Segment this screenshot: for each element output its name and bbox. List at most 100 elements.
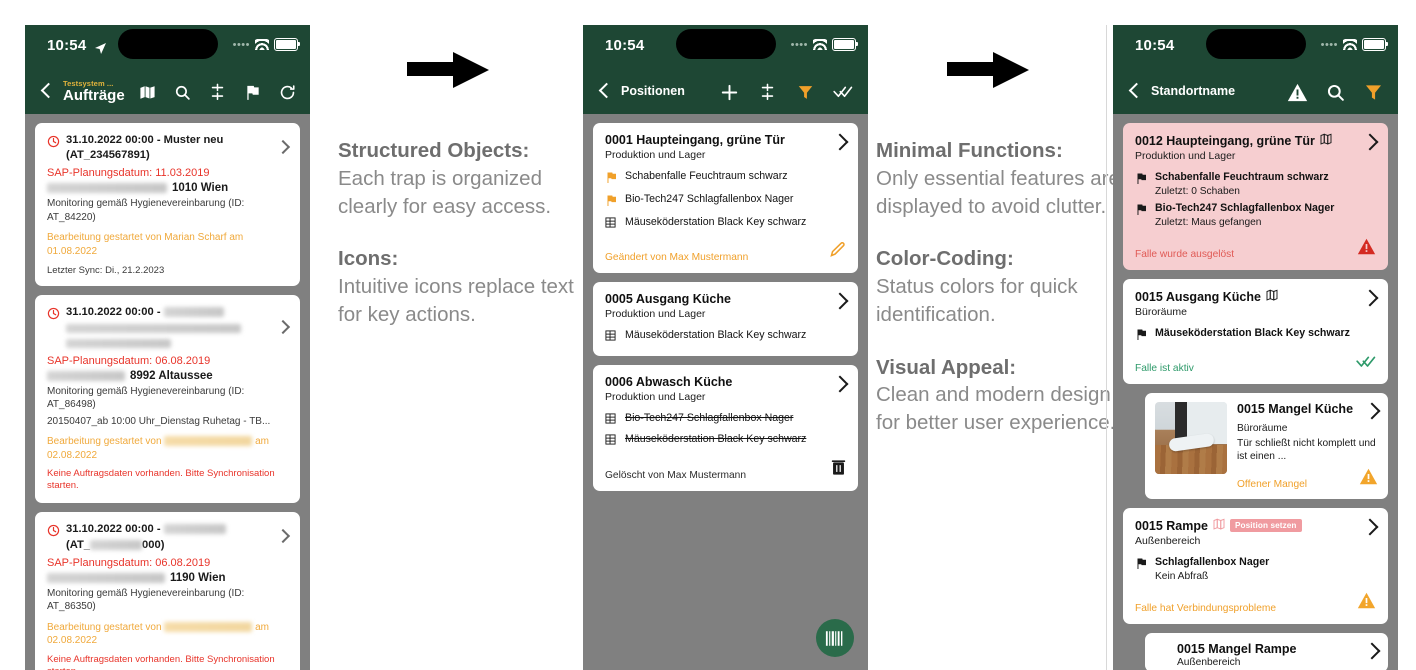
position-subtitle: Produktion und Lager [605,391,706,404]
status-time: 10:54 [1135,37,1175,54]
filter-icon[interactable] [1362,81,1384,103]
chevron-right-icon[interactable] [275,319,291,337]
defect-card[interactable]: 0015 Mangel Küche Büroräume Tür schließt… [1145,392,1388,500]
position-card[interactable]: 0015 Rampe Position setzen Außenbereich … [1123,508,1388,625]
chevron-right-icon[interactable] [275,528,291,546]
trap-item: Bio-Tech247 Schlagfallenbox Nager [605,193,846,212]
order-sap-date: SAP-Planungsdatum: 06.08.2019 [47,556,211,569]
annotation-body: Only essential features are displayed to… [876,166,1120,218]
chevron-right-icon[interactable] [831,375,849,395]
phone-screen-positionen: 10:54 •••• Positionen 0001 Haupteingang,… [583,25,868,670]
chevron-right-icon[interactable] [1363,402,1381,422]
position-title-text: 0015 Rampe [1135,518,1208,533]
defect-card[interactable]: 0015 Mangel Rampe Außenbereich [1145,633,1388,670]
position-card-alert[interactable]: 0012 Haupteingang, grüne Tür Produktion … [1123,123,1388,271]
defect-subtitle: Außenbereich [1177,657,1241,669]
trap-item: Mäuseköderstation Black Key schwarz [1135,327,1376,346]
nav-title-block: Positionen [621,85,685,98]
position-card[interactable]: 0006 Abwasch Küche Produktion und Lager … [593,365,858,491]
trap-label: Bio-Tech247 Schlagfallenbox Nager [625,412,794,425]
barcode-scan-button[interactable] [816,619,854,657]
map-icon[interactable] [1266,289,1278,304]
redacted-text [47,183,167,194]
order-address: 1010 Wien [47,182,288,194]
flag-icon [1135,172,1148,190]
order-sap-date: SAP-Planungsdatum: 06.08.2019 [47,354,211,367]
annotation-item: Minimal Functions: Only essential featur… [876,138,1126,220]
map-icon[interactable] [1320,133,1332,148]
trap-last-result: Kein Abfraß [1155,571,1209,583]
status-badge: Position setzen [1229,519,1302,533]
status-bar: 10:54 •••• [583,25,868,70]
order-title: 31.10.2022 00:00 - (AT_ 000) [66,522,278,553]
map-icon[interactable] [1213,518,1225,533]
notch [117,29,218,59]
order-city: 8992 Altaussee [130,369,213,382]
standort-list[interactable]: 0012 Haupteingang, grüne Tür Produktion … [1113,123,1398,670]
warning-triangle-orange-icon[interactable] [1357,592,1376,614]
annotation-right: Minimal Functions: Only essential featur… [876,138,1126,463]
back-button[interactable] [593,82,619,101]
redacted-text [47,370,125,381]
position-title: 0001 Haupteingang, grüne Tür [605,133,785,147]
order-card[interactable]: 31.10.2022 00:00 - (AT_ 000) SAP-Planungs… [35,511,300,670]
trap-label: Mäuseköderstation Black Key schwarz [1155,327,1350,340]
battery-icon [832,38,858,51]
filter-icon[interactable] [794,81,816,103]
orders-list[interactable]: 31.10.2022 00:00 - Muster neu (AT_234567… [25,123,310,670]
position-card[interactable]: 0001 Haupteingang, grüne Tür Produktion … [593,123,858,274]
position-status: Gelöscht von Max Mustermann [605,469,746,481]
nav-bar: Testsystem ... Aufträge [25,70,310,114]
phone-screen-standort: 10:54 •••• Standortname 0012 Haupteingan… [1113,25,1398,670]
chevron-right-icon[interactable] [1361,518,1379,538]
battery-icon [274,38,300,51]
order-warning: Bearbeitung gestartet von am 02.08.2022 [47,436,269,461]
double-check-green-icon[interactable] [1356,355,1376,374]
order-card[interactable]: 31.10.2022 00:00 - SAP-Planungsdatum: 06… [35,295,300,503]
map-icon[interactable] [136,81,158,103]
double-check-icon[interactable] [832,81,854,103]
search-icon[interactable] [1324,81,1346,103]
chevron-right-icon[interactable] [1361,289,1379,309]
search-icon[interactable] [171,81,193,103]
plus-icon[interactable] [718,81,740,103]
position-status: Falle ist aktiv [1135,362,1194,374]
chevron-right-icon[interactable] [831,133,849,153]
annotation-heading: Minimal Functions: [876,139,1063,162]
sort-icon[interactable] [756,81,778,103]
vertical-divider [1106,25,1107,670]
refresh-icon[interactable] [276,81,298,103]
sort-icon[interactable] [206,81,228,103]
annotation-item: Icons: Intuitive icons replace text for … [338,246,588,328]
box-grid-icon [605,413,618,429]
annotation-item: Structured Objects: Each trap is organiz… [338,138,588,220]
back-button[interactable] [1123,82,1149,101]
warning-triangle-red-icon[interactable] [1357,238,1376,260]
chevron-right-icon[interactable] [1363,642,1381,662]
order-sap-date: SAP-Planungsdatum: 11.03.2019 [47,167,210,180]
signal-dots-icon: •••• [790,38,808,51]
flag-icon[interactable] [241,81,263,103]
pencil-icon[interactable] [829,241,846,263]
position-card[interactable]: 0005 Ausgang Küche Produktion und Lager … [593,282,858,357]
order-extra: 20150407_ab 10:00 Uhr_Dienstag Ruhetag -… [47,415,271,427]
position-card[interactable]: 0015 Ausgang Küche Büroräume Mäuseköders… [1123,279,1388,384]
order-title: 31.10.2022 00:00 - [66,305,278,350]
trap-list: Schabenfalle Feuchtraum schwarz Bio-Tech… [605,170,846,232]
chevron-left-icon [1128,82,1144,99]
back-button[interactable] [35,82,61,101]
clock-icon [47,524,60,542]
chevron-right-icon[interactable] [831,292,849,312]
order-warning: Bearbeitung gestartet von am 02.08.2022 [47,621,269,647]
barcode-icon [825,630,843,646]
order-warning: Bearbeitung gestartet von Marian Scharf … [47,232,244,257]
warning-triangle-orange-icon[interactable] [1359,468,1378,490]
trash-icon[interactable] [831,459,846,481]
order-card[interactable]: 31.10.2022 00:00 - Muster neu (AT_234567… [35,123,300,287]
chevron-right-icon[interactable] [275,139,291,157]
positions-list[interactable]: 0001 Haupteingang, grüne Tür Produktion … [583,123,868,670]
warning-triangle-icon[interactable] [1286,81,1308,103]
flag-icon [1135,203,1148,221]
chevron-right-icon[interactable] [1361,133,1379,153]
annotation-body: Status colors for quick identification. [876,275,1078,326]
